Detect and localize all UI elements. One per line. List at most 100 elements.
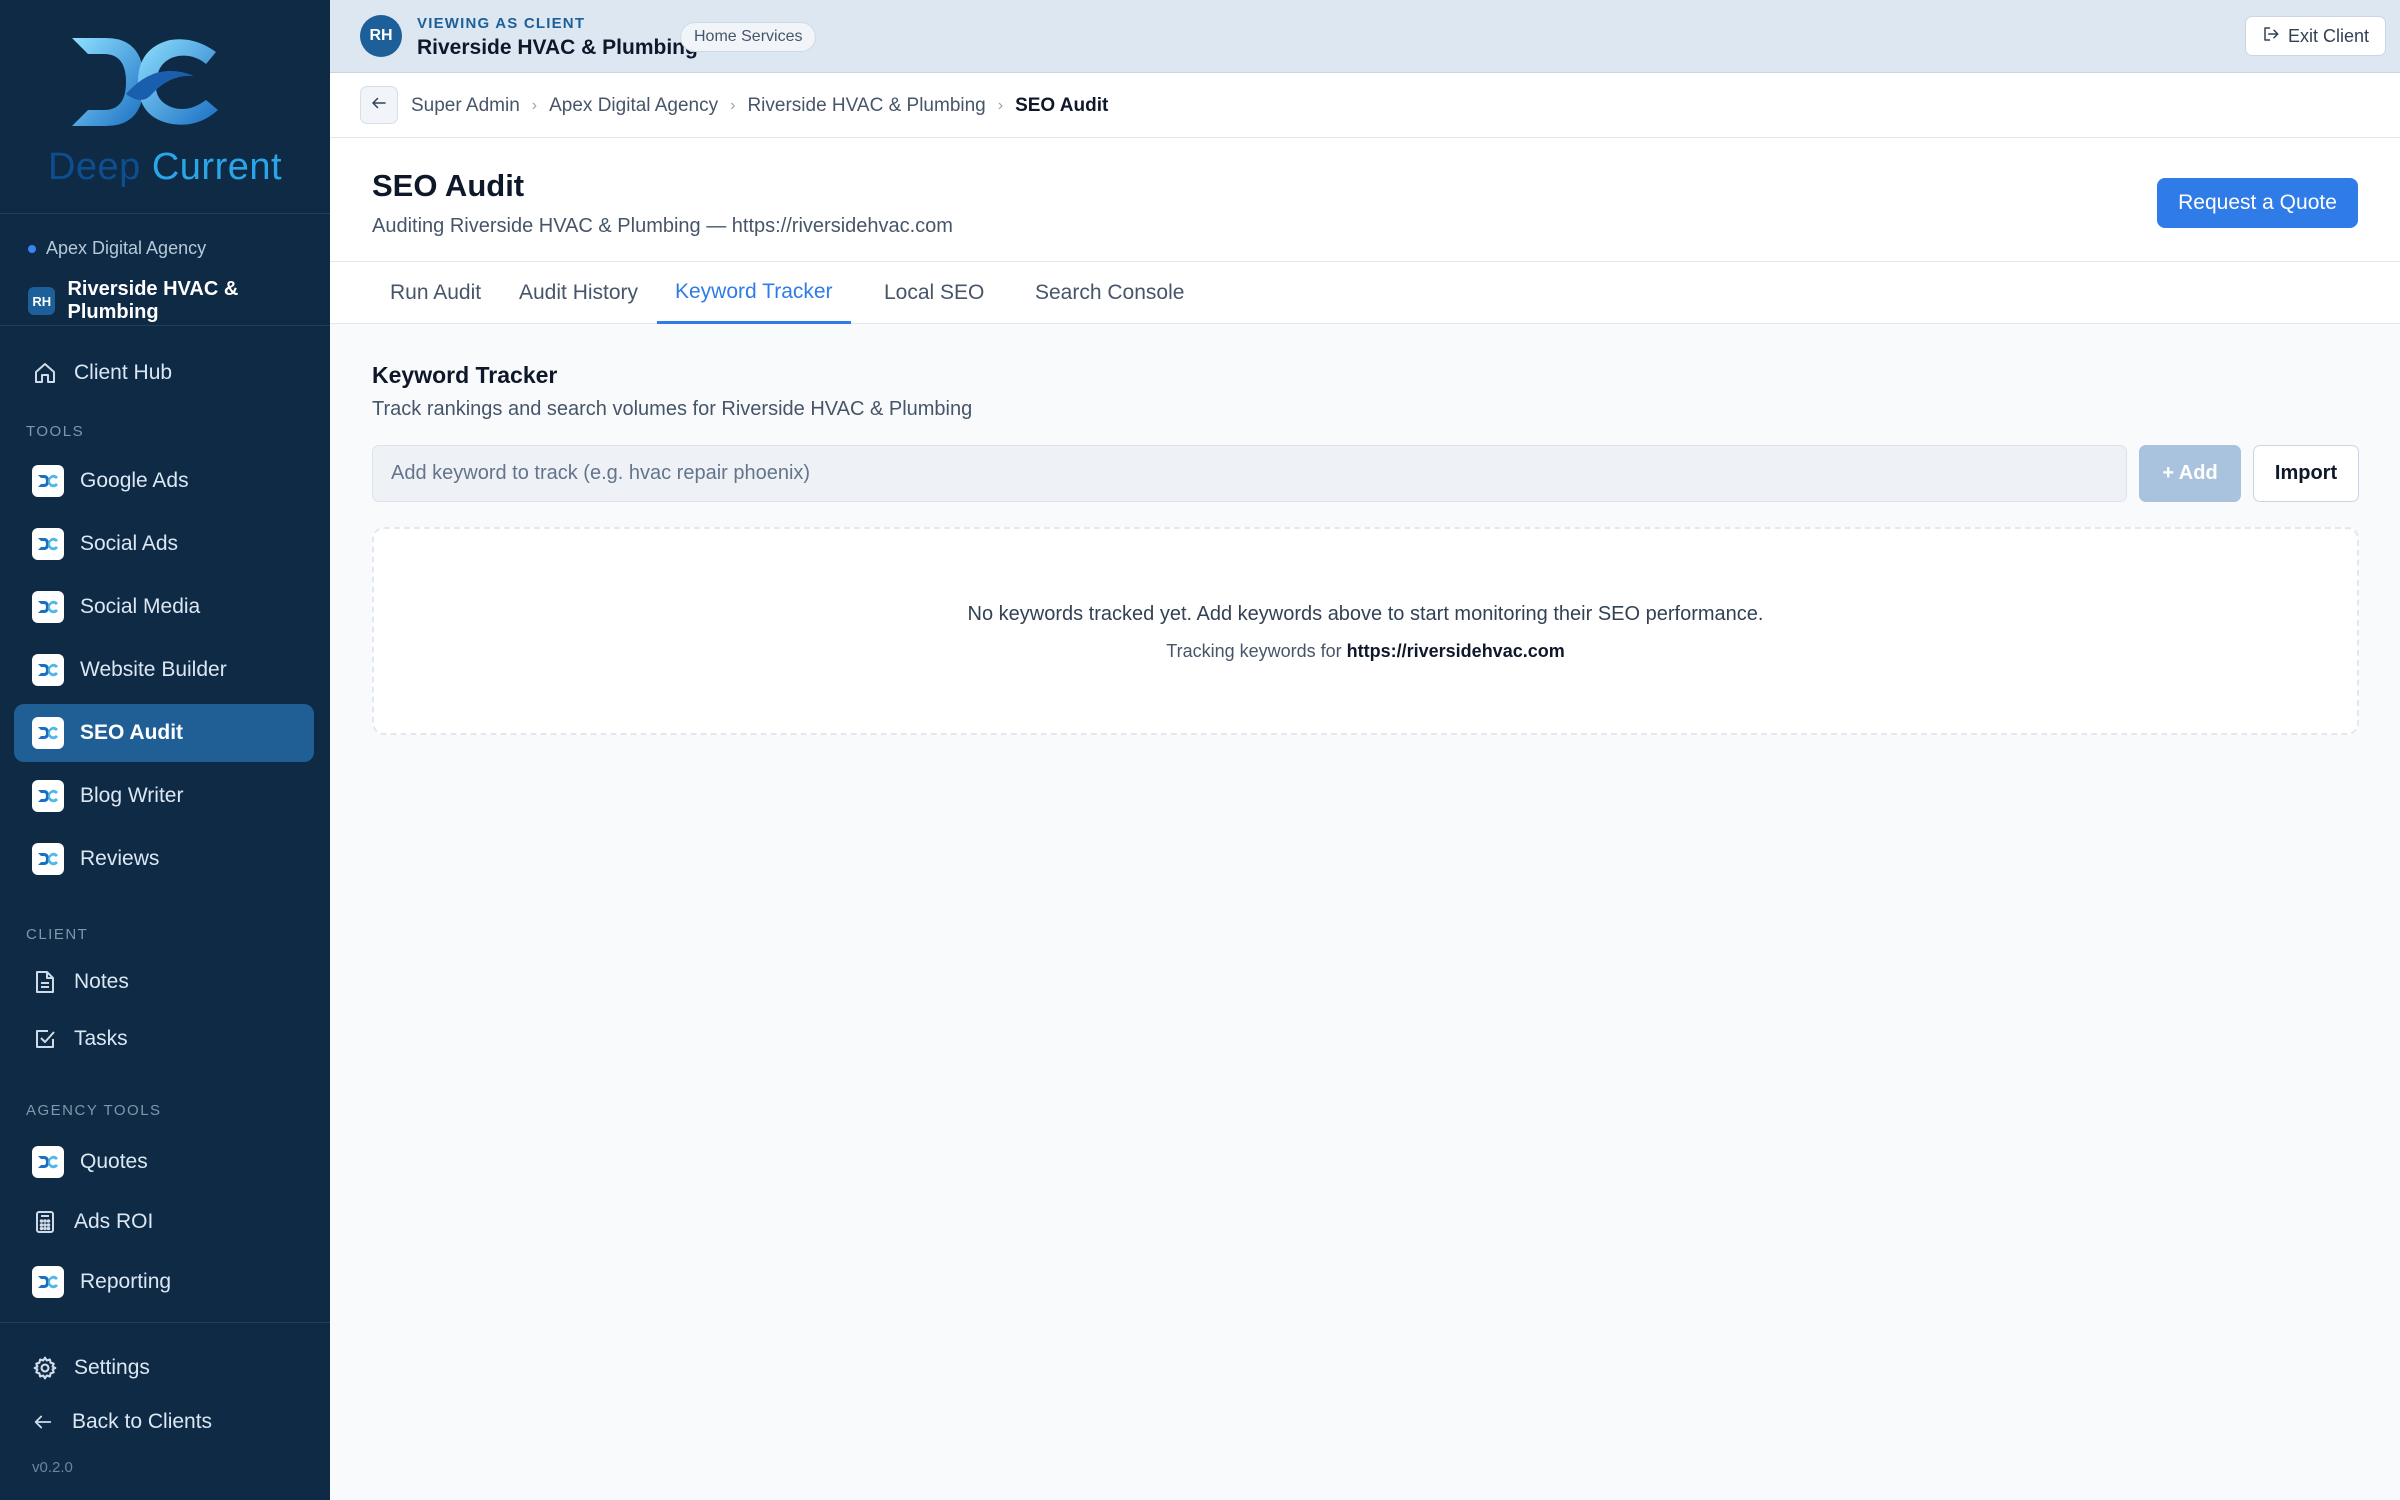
add-keyword-button[interactable]: + Add — [2139, 445, 2241, 502]
app-logo-icon — [32, 465, 64, 497]
client-name: Riverside HVAC & Plumbing — [67, 278, 239, 323]
sidebar-item-tasks[interactable]: Tasks — [14, 1010, 314, 1068]
section-label-client: CLIENT — [26, 926, 89, 943]
sidebar-item-quotes[interactable]: Quotes — [14, 1133, 314, 1191]
empty-state-message: No keywords tracked yet. Add keywords ab… — [967, 603, 1764, 625]
breadcrumb-bar: Super Admin › Apex Digital Agency › Rive… — [330, 73, 2400, 138]
agency-context[interactable]: Apex Digital Agency — [28, 238, 206, 259]
page-subtitle: Auditing Riverside HVAC & Plumbing — htt… — [372, 215, 953, 237]
section-label-agency-tools: AGENCY TOOLS — [26, 1102, 162, 1119]
sidebar-item-label: Social Ads — [80, 532, 179, 555]
sidebar-item-website-builder[interactable]: Website Builder — [14, 641, 314, 699]
back-button[interactable] — [360, 86, 398, 124]
tab-run-audit[interactable]: Run Audit — [381, 262, 490, 324]
document-icon — [32, 969, 58, 995]
tab-bar: Run Audit Audit History Keyword Tracker … — [330, 262, 2400, 324]
viewing-as-client-label: VIEWING AS CLIENT — [417, 15, 586, 32]
chevron-right-icon: › — [997, 96, 1004, 114]
import-button[interactable]: Import — [2253, 445, 2359, 502]
section-label-tools: TOOLS — [26, 423, 85, 440]
app-logo-icon — [32, 843, 64, 875]
sidebar-item-label: Notes — [74, 970, 129, 993]
sidebar-item-label: Reporting — [80, 1270, 172, 1293]
sidebar: Deep Current Apex Digital Agency RH Rive… — [0, 0, 330, 1500]
app-logo-icon — [32, 1146, 64, 1178]
empty-state: No keywords tracked yet. Add keywords ab… — [372, 527, 2359, 735]
keyword-tracker-title: Keyword Tracker — [372, 362, 558, 388]
app-logo-icon — [32, 528, 64, 560]
keyword-tracker-subtitle: Track rankings and search volumes for Ri… — [372, 398, 973, 420]
breadcrumb-client[interactable]: Riverside HVAC & Plumbing — [747, 95, 985, 117]
sidebar-item-client-hub[interactable]: Client Hub — [14, 344, 314, 402]
sidebar-item-label: Google Ads — [80, 469, 189, 492]
sidebar-item-label: SEO Audit — [80, 721, 184, 744]
tab-local-seo[interactable]: Local SEO — [875, 262, 993, 324]
checkbox-icon — [32, 1026, 58, 1052]
sidebar-item-label: Blog Writer — [80, 784, 184, 807]
sidebar-item-seo-audit[interactable]: SEO Audit — [14, 704, 314, 762]
tracking-prefix: Tracking keywords for — [1166, 641, 1342, 661]
sidebar-item-label: Tasks — [74, 1027, 128, 1050]
sidebar-item-google-ads[interactable]: Google Ads — [14, 452, 314, 510]
sidebar-item-blog-writer[interactable]: Blog Writer — [14, 767, 314, 825]
exit-client-button[interactable]: Exit Client — [2244, 16, 2386, 56]
sidebar-item-label: Ads ROI — [74, 1210, 154, 1233]
app-logo-icon — [32, 717, 64, 749]
sidebar-item-settings[interactable]: Settings — [14, 1339, 314, 1397]
breadcrumb-super-admin[interactable]: Super Admin — [411, 95, 520, 117]
tracking-url-note: Tracking keywords for https://riversideh… — [374, 641, 2357, 662]
client-context: Apex Digital Agency RH Riverside HVAC & … — [0, 214, 330, 326]
sidebar-item-label: Client Hub — [74, 361, 173, 384]
logo-word-current: Current — [151, 146, 283, 188]
app-logo-icon — [32, 780, 64, 812]
calculator-icon — [32, 1209, 58, 1235]
chevron-right-icon: › — [730, 96, 736, 114]
app-version: v0.2.0 — [32, 1459, 73, 1476]
sidebar-item-social-ads[interactable]: Social Ads — [14, 515, 314, 573]
tracking-url: https://riversidehvac.com — [1346, 641, 1565, 661]
agency-dot-icon — [28, 244, 36, 253]
deep-current-logo-icon — [72, 38, 218, 126]
tab-search-console[interactable]: Search Console — [1026, 262, 1193, 324]
page-title: SEO Audit — [372, 168, 525, 203]
viewing-client-name: Riverside HVAC & Plumbing — [417, 36, 698, 59]
sidebar-item-reporting[interactable]: Reporting — [14, 1253, 314, 1311]
sidebar-item-label: Quotes — [80, 1150, 148, 1173]
sidebar-item-label: Social Media — [80, 595, 201, 618]
home-icon — [32, 360, 58, 386]
exit-icon — [2262, 25, 2280, 48]
client-context-name[interactable]: RH Riverside HVAC & Plumbing — [28, 278, 330, 324]
arrow-left-icon — [370, 94, 388, 117]
industry-badge: Home Services — [680, 22, 817, 52]
request-quote-button[interactable]: Request a Quote — [2157, 178, 2358, 228]
breadcrumb: Super Admin › Apex Digital Agency › Rive… — [411, 73, 1108, 138]
avatar: RH — [360, 15, 402, 57]
sidebar-item-label: Website Builder — [80, 658, 227, 681]
sidebar-item-label: Back to Clients — [72, 1410, 213, 1433]
sidebar-divider — [0, 1322, 330, 1323]
page-header: SEO Audit Auditing Riverside HVAC & Plum… — [330, 138, 2400, 262]
sidebar-item-ads-roi[interactable]: Ads ROI — [14, 1193, 314, 1251]
sidebar-item-label: Reviews — [80, 847, 160, 870]
keyword-input[interactable] — [372, 445, 2127, 502]
client-initials-badge: RH — [28, 287, 56, 315]
sidebar-item-social-media[interactable]: Social Media — [14, 578, 314, 636]
breadcrumb-current: SEO Audit — [1015, 94, 1109, 116]
logo-word-deep: Deep — [47, 146, 141, 188]
arrow-left-icon — [30, 1409, 56, 1435]
app-logo-icon — [32, 1266, 64, 1298]
sidebar-item-notes[interactable]: Notes — [14, 953, 314, 1011]
gear-icon — [32, 1355, 58, 1381]
tab-keyword-tracker[interactable]: Keyword Tracker — [657, 262, 851, 324]
app-logo-icon — [32, 591, 64, 623]
tab-audit-history[interactable]: Audit History — [511, 262, 646, 324]
breadcrumb-agency[interactable]: Apex Digital Agency — [549, 95, 718, 117]
app-wordmark: Deep Current — [0, 146, 330, 189]
app-logo-icon — [32, 654, 64, 686]
sidebar-item-label: Settings — [74, 1356, 150, 1379]
sidebar-item-back-to-clients[interactable]: Back to Clients — [14, 1393, 314, 1451]
agency-name: Apex Digital Agency — [46, 238, 207, 258]
chevron-right-icon: › — [531, 96, 538, 114]
app-logo[interactable]: Deep Current — [0, 0, 330, 214]
sidebar-item-reviews[interactable]: Reviews — [14, 830, 314, 888]
